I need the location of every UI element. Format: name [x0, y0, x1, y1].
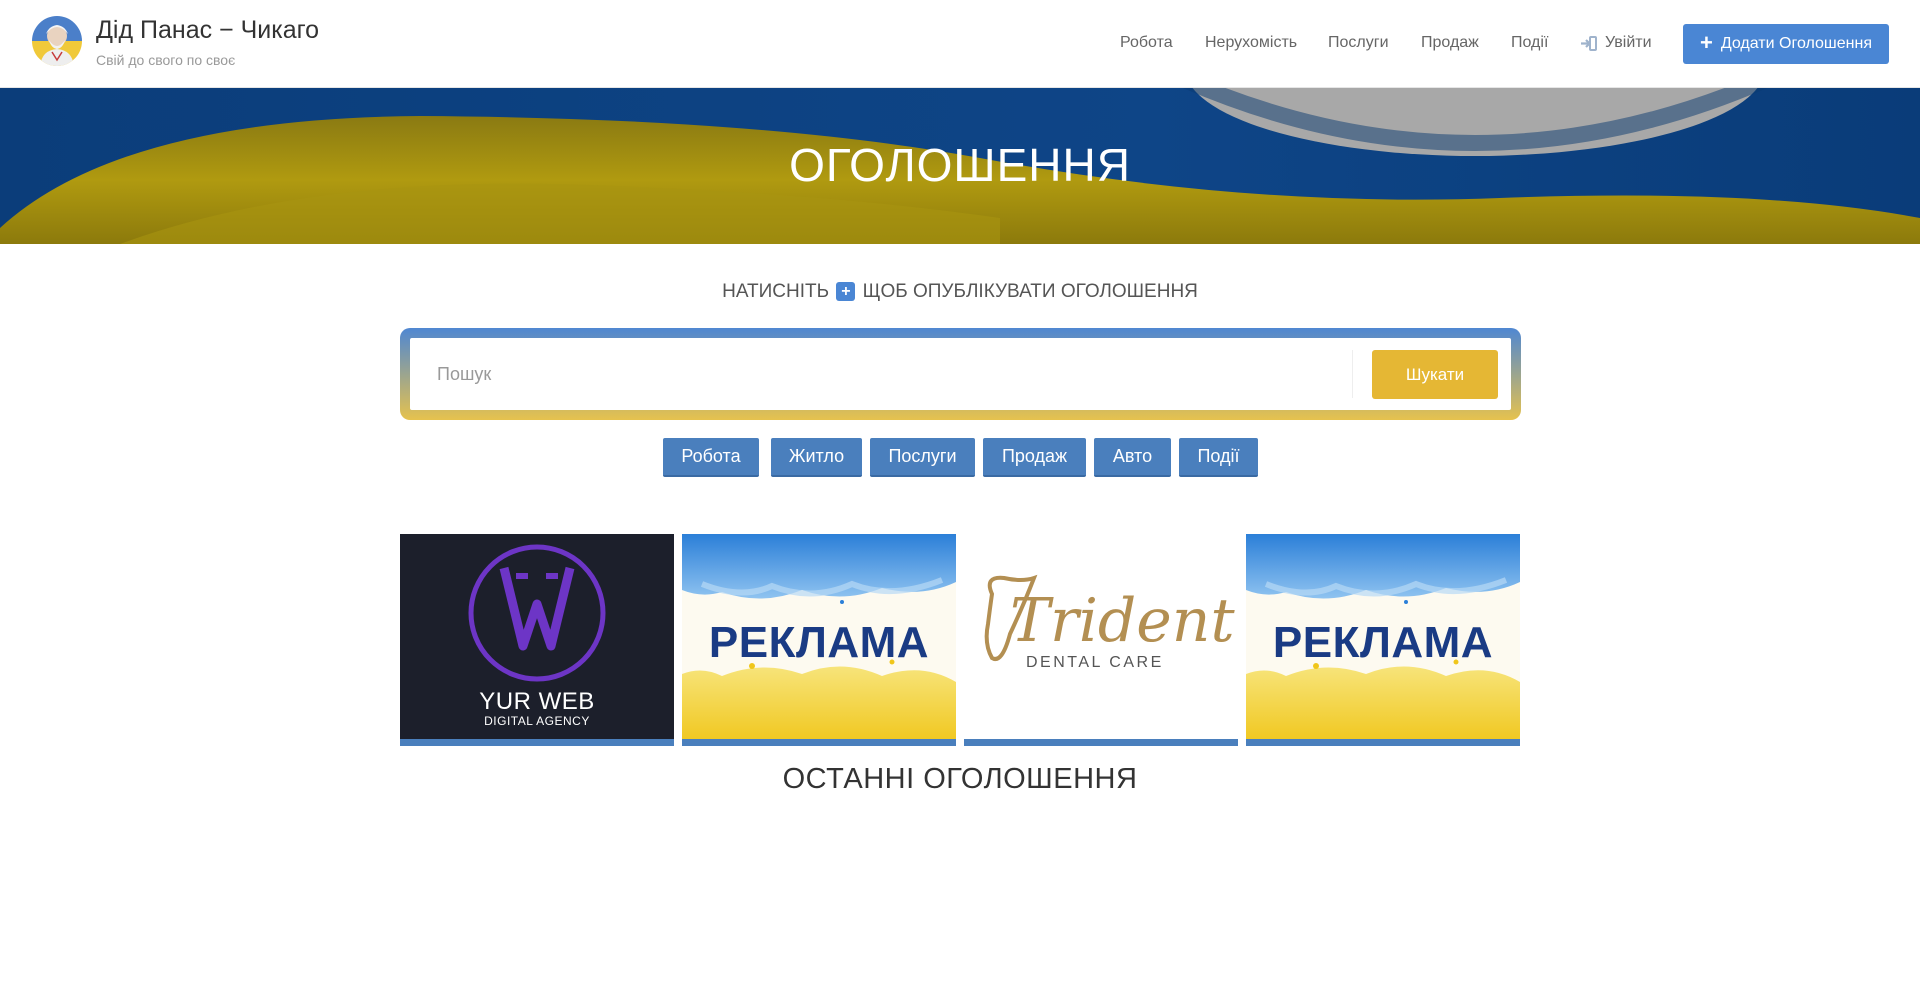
- reklama-text: РЕКЛАМА: [1272, 618, 1494, 667]
- add-listing-label: Додати Оголошення: [1720, 35, 1872, 52]
- search-button[interactable]: Шукати: [1372, 350, 1498, 399]
- ad-banner-reklama-2[interactable]: РЕКЛАМА: [1246, 534, 1520, 746]
- category-button-housing[interactable]: Житло: [771, 438, 862, 477]
- login-link[interactable]: Увійти: [1580, 34, 1652, 52]
- plus-square-icon[interactable]: +: [836, 282, 856, 301]
- publish-prompt: НАТИСНІТЬ + ЩОБ ОПУБЛІКУВАТИ ОГОЛОШЕННЯ: [0, 281, 1920, 303]
- yurweb-subtitle: DIGITAL AGENCY: [484, 714, 590, 728]
- login-label: Увійти: [1605, 34, 1652, 51]
- nav-link-services[interactable]: Послуги: [1328, 34, 1389, 52]
- latest-listings-heading: ОСТАННІ ОГОЛОШЕННЯ: [782, 763, 1138, 795]
- site-subtitle: Свій до свого по своє: [96, 52, 236, 68]
- category-button-jobs[interactable]: Робота: [663, 438, 759, 477]
- search-inner: Шукати: [410, 338, 1511, 410]
- nav-link-jobs[interactable]: Робота: [1120, 34, 1173, 52]
- category-button-auto[interactable]: Авто: [1094, 438, 1171, 477]
- search-box: Шукати: [400, 328, 1521, 420]
- nav-link-events[interactable]: Події: [1511, 34, 1548, 52]
- hero-banner: ОГОЛОШЕННЯ: [0, 88, 1920, 244]
- banner-bar: [1246, 739, 1520, 746]
- category-button-sales[interactable]: Продаж: [983, 438, 1086, 477]
- reklama-text: РЕКЛАМА: [708, 618, 930, 667]
- search-input[interactable]: [410, 338, 1352, 410]
- banner-bar: [964, 739, 1238, 746]
- nav-link-sales[interactable]: Продаж: [1421, 34, 1479, 52]
- ad-banner-reklama-1[interactable]: РЕКЛАМА: [682, 534, 956, 746]
- category-button-events[interactable]: Події: [1179, 438, 1258, 477]
- category-button-services[interactable]: Послуги: [870, 438, 975, 477]
- plus-icon: +: [1700, 30, 1713, 55]
- sign-in-icon: [1581, 35, 1597, 51]
- publish-prompt-before: НАТИСНІТЬ: [722, 281, 830, 302]
- site-title[interactable]: Дід Панас − Чикаго: [96, 16, 319, 45]
- yurweb-name: YUR WEB: [479, 688, 595, 715]
- publish-prompt-after: ЩОБ ОПУБЛІКУВАТИ ОГОЛОШЕННЯ: [862, 281, 1198, 302]
- trident-script: Trident: [1010, 586, 1235, 656]
- ad-banner-yurweb[interactable]: YUR WEB DIGITAL AGENCY: [400, 534, 674, 746]
- banner-bar: [400, 739, 674, 746]
- hero-title: ОГОЛОШЕННЯ: [789, 139, 1131, 191]
- site-header: Дід Панас − Чикаго Свій до свого по своє…: [0, 0, 1920, 88]
- ad-banner-trident[interactable]: Trident DENTAL CARE: [964, 534, 1238, 746]
- nav-link-real-estate[interactable]: Нерухомість: [1205, 34, 1297, 52]
- banner-bar: [682, 739, 956, 746]
- site-logo-avatar[interactable]: [32, 16, 82, 66]
- add-listing-button[interactable]: + Додати Оголошення: [1683, 24, 1889, 64]
- trident-subtitle: DENTAL CARE: [1026, 654, 1164, 671]
- search-divider: [1352, 350, 1353, 398]
